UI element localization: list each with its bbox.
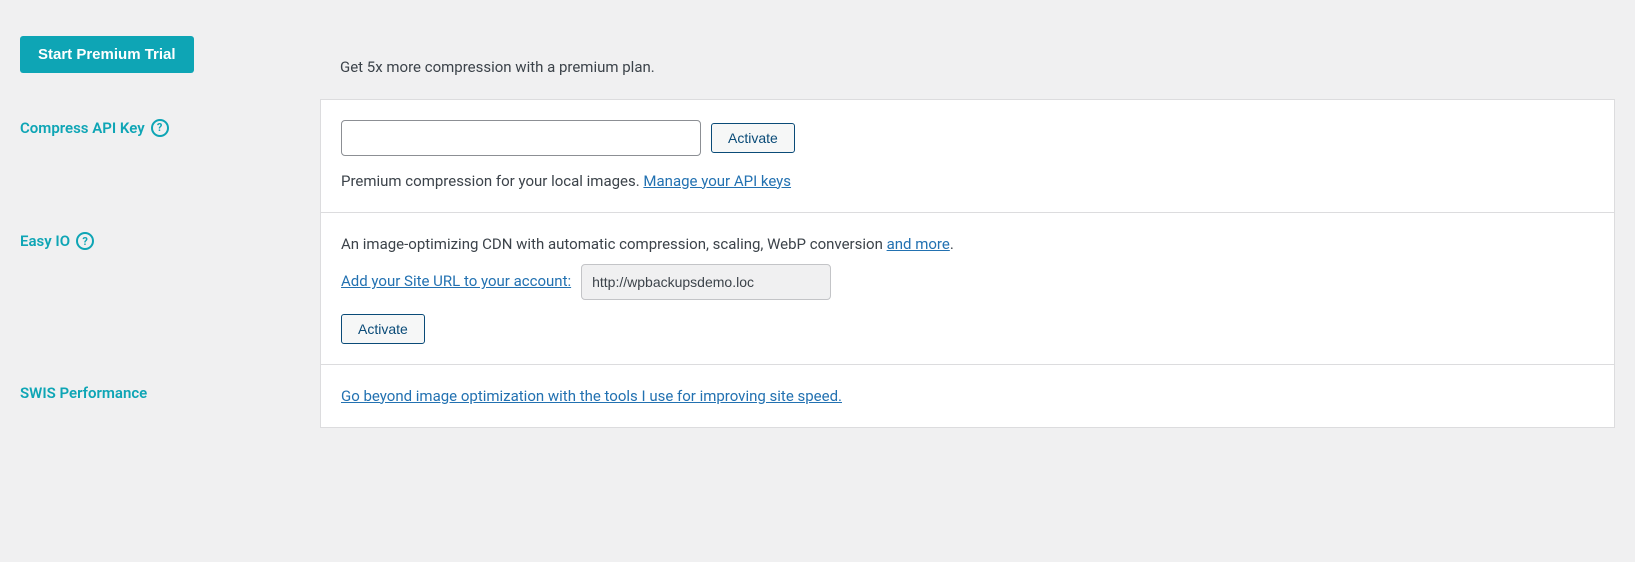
- start-premium-trial-button[interactable]: Start Premium Trial: [20, 36, 194, 73]
- help-icon[interactable]: ?: [151, 119, 169, 137]
- compress-api-activate-button[interactable]: Activate: [711, 123, 795, 153]
- swis-row: SWIS Performance Go beyond image optimiz…: [20, 364, 1615, 429]
- swis-label: SWIS Performance: [20, 384, 147, 402]
- compress-api-label-cell: Compress API Key ?: [20, 99, 320, 157]
- premium-trial-content: Get 5x more compression with a premium p…: [320, 20, 1615, 99]
- compress-api-label: Compress API Key: [20, 119, 145, 137]
- compress-api-description: Premium compression for your local image…: [341, 172, 643, 190]
- easy-io-label: Easy IO: [20, 232, 70, 250]
- easy-io-activate-button[interactable]: Activate: [341, 314, 425, 344]
- premium-trial-row: Start Premium Trial Get 5x more compress…: [20, 20, 1615, 99]
- compress-api-key-input[interactable]: [341, 120, 701, 156]
- compress-api-content: Activate Premium compression for your lo…: [320, 99, 1615, 213]
- easy-io-label-cell: Easy IO ?: [20, 212, 320, 270]
- swis-content: Go beyond image optimization with the to…: [320, 364, 1615, 429]
- compress-api-row: Compress API Key ? Activate Premium comp…: [20, 99, 1615, 213]
- easy-io-content: An image-optimizing CDN with automatic c…: [320, 212, 1615, 364]
- easy-io-and-more-link[interactable]: and more: [887, 235, 950, 253]
- site-url-input[interactable]: [581, 264, 831, 300]
- swis-link[interactable]: Go beyond image optimization with the to…: [341, 387, 842, 405]
- add-site-url-link[interactable]: Add your Site URL to your account:: [341, 270, 571, 293]
- swis-label-cell: SWIS Performance: [20, 364, 320, 422]
- manage-api-keys-link[interactable]: Manage your API keys: [643, 172, 791, 190]
- easy-io-row: Easy IO ? An image-optimizing CDN with a…: [20, 212, 1615, 364]
- premium-trial-label-cell: Start Premium Trial: [20, 20, 320, 93]
- premium-description: Get 5x more compression with a premium p…: [340, 58, 655, 76]
- help-icon[interactable]: ?: [76, 232, 94, 250]
- easy-io-description-prefix: An image-optimizing CDN with automatic c…: [341, 235, 887, 253]
- easy-io-description-suffix: .: [950, 235, 954, 253]
